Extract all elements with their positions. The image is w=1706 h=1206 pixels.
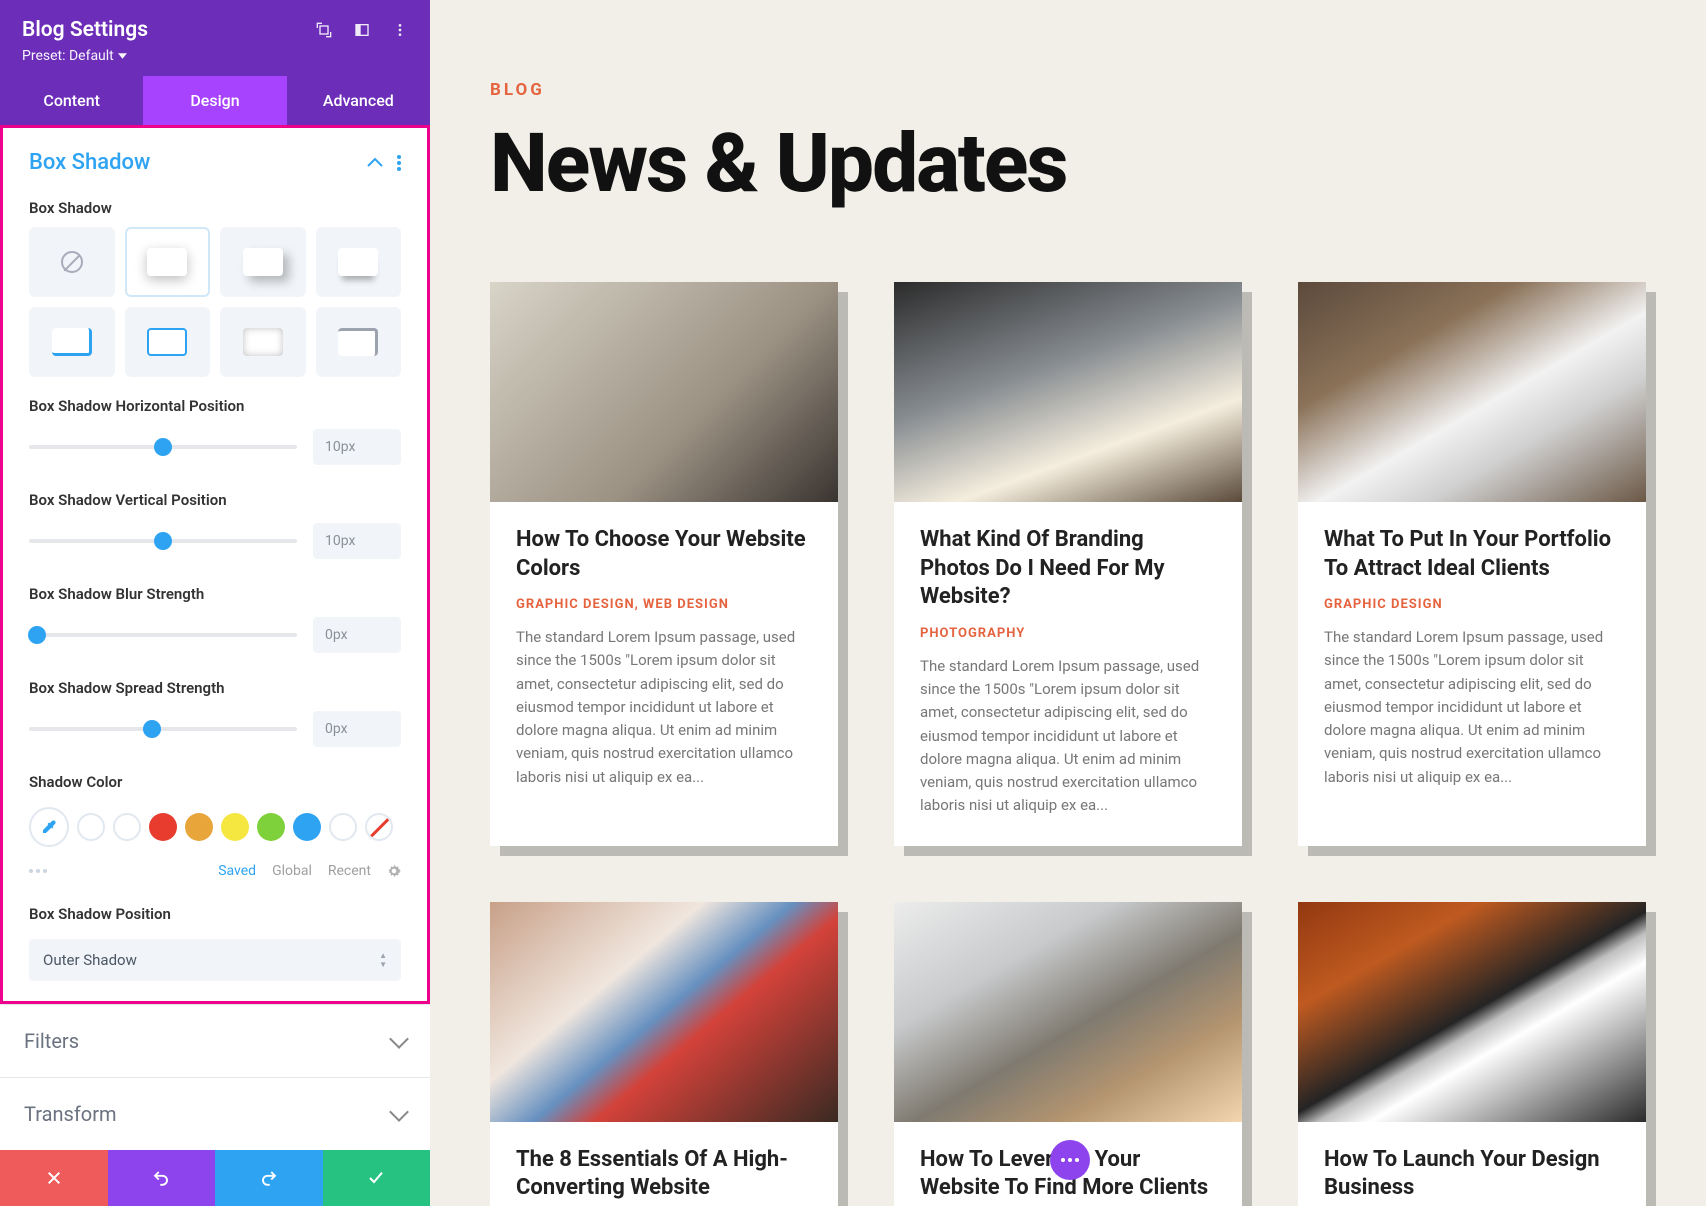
panel-footer: [0, 1150, 430, 1206]
card-excerpt: The standard Lorem Ipsum passage, used s…: [920, 655, 1216, 818]
page-headline: News & Updates: [490, 116, 1646, 212]
position-select[interactable]: Outer Shadow ▲▼: [29, 939, 401, 981]
color-tab-recent[interactable]: Recent: [328, 863, 371, 879]
card-title: How To Choose Your Website Colors: [516, 526, 812, 583]
eyedropper-icon[interactable]: [29, 807, 69, 847]
chevron-up-icon[interactable]: [367, 157, 383, 169]
none-icon: [61, 251, 83, 273]
card-image: [1298, 282, 1646, 502]
shadow-none[interactable]: [29, 227, 115, 297]
shadow-color-label: Shadow Color: [3, 763, 427, 801]
expand-icon[interactable]: [316, 22, 332, 38]
panel-body: Box Shadow Box Shadow: [0, 125, 430, 1004]
panel-tabs: Content Design Advanced: [0, 76, 430, 125]
tab-content[interactable]: Content: [0, 76, 143, 125]
spread-slider[interactable]: [29, 727, 297, 731]
color-tab-global[interactable]: Global: [272, 863, 312, 879]
undo-button[interactable]: [108, 1150, 216, 1206]
blog-card[interactable]: How To Choose Your Website Colors GRAPHI…: [490, 282, 838, 846]
swatch-white-1[interactable]: [77, 813, 105, 841]
kebab-icon[interactable]: [392, 22, 408, 38]
save-button[interactable]: [323, 1150, 431, 1206]
card-title: How To Launch Your Design Business: [1324, 1146, 1620, 1203]
horizontal-label: Box Shadow Horizontal Position: [3, 387, 427, 425]
spread-value[interactable]: 0px: [313, 711, 401, 747]
vertical-value[interactable]: 10px: [313, 523, 401, 559]
horizontal-value[interactable]: 10px: [313, 429, 401, 465]
chevron-down-icon: [389, 1029, 409, 1049]
section-filters[interactable]: Filters: [0, 1004, 430, 1077]
card-image: [1298, 902, 1646, 1122]
card-excerpt: The standard Lorem Ipsum passage, used s…: [1324, 626, 1620, 789]
card-title: What Kind Of Branding Photos Do I Need F…: [920, 526, 1216, 612]
swatch-yellow[interactable]: [221, 813, 249, 841]
dock-icon[interactable]: [354, 22, 370, 38]
position-label: Box Shadow Position: [3, 895, 427, 933]
preview-canvas: BLOG News & Updates How To Choose Your W…: [430, 0, 1706, 1206]
shadow-style-6[interactable]: [220, 307, 306, 377]
kebab-icon[interactable]: [397, 155, 401, 171]
shadow-style-1[interactable]: [125, 227, 211, 297]
card-image: [894, 902, 1242, 1122]
box-shadow-style-label: Box Shadow: [3, 189, 427, 227]
tab-design[interactable]: Design: [143, 76, 286, 125]
more-icon[interactable]: [29, 869, 47, 873]
panel-title: Blog Settings: [22, 18, 148, 42]
blog-card[interactable]: The 8 Essentials Of A High-Converting We…: [490, 902, 838, 1206]
card-image: [490, 902, 838, 1122]
blur-label: Box Shadow Blur Strength: [3, 575, 427, 613]
gear-icon[interactable]: [387, 864, 401, 878]
section-transform[interactable]: Transform: [0, 1077, 430, 1150]
cancel-button[interactable]: [0, 1150, 108, 1206]
shadow-style-7[interactable]: [316, 307, 402, 377]
blog-card[interactable]: What To Put In Your Portfolio To Attract…: [1298, 282, 1646, 846]
section-title: Box Shadow: [29, 150, 150, 175]
select-arrows-icon: ▲▼: [379, 952, 387, 969]
redo-button[interactable]: [215, 1150, 323, 1206]
blog-card[interactable]: How To Launch Your Design Business: [1298, 902, 1646, 1206]
shadow-style-5[interactable]: [125, 307, 211, 377]
shadow-style-2[interactable]: [220, 227, 306, 297]
card-image: [490, 282, 838, 502]
spread-label: Box Shadow Spread Strength: [3, 669, 427, 707]
swatch-white-3[interactable]: [329, 813, 357, 841]
preset-selector[interactable]: Preset: Default: [22, 48, 408, 64]
swatch-orange[interactable]: [185, 813, 213, 841]
swatch-red[interactable]: [149, 813, 177, 841]
blog-card[interactable]: What Kind Of Branding Photos Do I Need F…: [894, 282, 1242, 846]
settings-panel: Blog Settings Preset: Default Content De…: [0, 0, 430, 1206]
shadow-style-grid: [3, 227, 427, 387]
card-category: GRAPHIC DESIGN, WEB DESIGN: [516, 597, 812, 612]
card-title: The 8 Essentials Of A High-Converting We…: [516, 1146, 812, 1203]
blur-value[interactable]: 0px: [313, 617, 401, 653]
swatch-none[interactable]: [365, 813, 393, 841]
vertical-label: Box Shadow Vertical Position: [3, 481, 427, 519]
shadow-style-3[interactable]: [316, 227, 402, 297]
swatch-blue[interactable]: [293, 813, 321, 841]
tab-advanced[interactable]: Advanced: [287, 76, 430, 125]
floating-menu-button[interactable]: [1050, 1140, 1090, 1180]
swatch-green[interactable]: [257, 813, 285, 841]
vertical-slider[interactable]: [29, 539, 297, 543]
swatch-white-2[interactable]: [113, 813, 141, 841]
blog-grid: How To Choose Your Website Colors GRAPHI…: [490, 282, 1646, 1206]
blur-slider[interactable]: [29, 633, 297, 637]
card-image: [894, 282, 1242, 502]
panel-header: Blog Settings Preset: Default: [0, 0, 430, 76]
card-category: GRAPHIC DESIGN: [1324, 597, 1620, 612]
color-tab-saved[interactable]: Saved: [218, 863, 256, 879]
horizontal-slider[interactable]: [29, 445, 297, 449]
card-title: What To Put In Your Portfolio To Attract…: [1324, 526, 1620, 583]
section-box-shadow: Box Shadow Box Shadow: [3, 128, 427, 1001]
color-swatches: [3, 801, 427, 857]
card-excerpt: The standard Lorem Ipsum passage, used s…: [516, 626, 812, 789]
eyebrow: BLOG: [490, 80, 1646, 100]
chevron-down-icon: [389, 1102, 409, 1122]
shadow-style-4[interactable]: [29, 307, 115, 377]
card-category: PHOTOGRAPHY: [920, 626, 1216, 641]
